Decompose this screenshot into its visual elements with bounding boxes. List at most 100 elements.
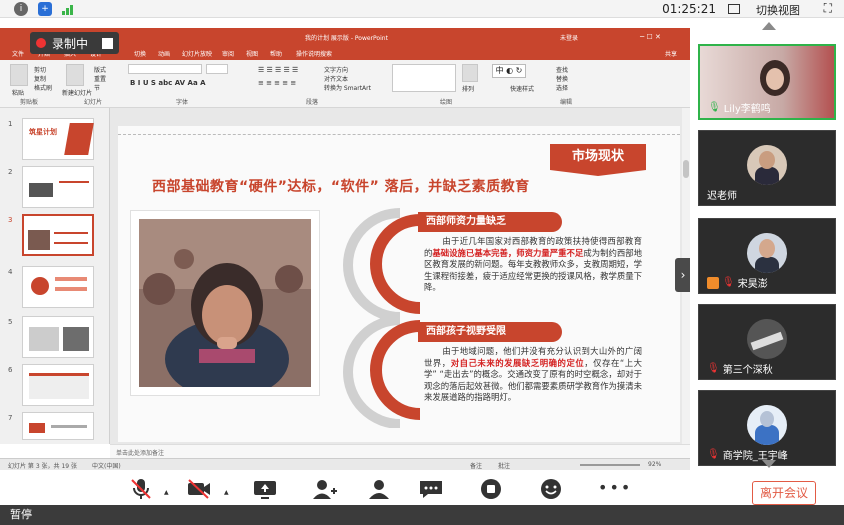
slide-thumbnail-7[interactable] [22,412,94,440]
quick-styles-button[interactable]: 快速样式 [510,84,534,93]
record-icon[interactable] [478,478,504,500]
window-controls[interactable]: ─ ☐ ✕ [640,33,661,41]
new-slide-button[interactable]: 新建幻灯片 [62,88,92,97]
slide-thumbnail-2[interactable] [22,166,94,208]
invite-icon[interactable] [312,478,338,500]
find-button[interactable]: 查找 [556,65,568,74]
reaction-icon[interactable] [538,478,564,500]
layout-icon[interactable] [728,4,740,14]
zoom-slider[interactable] [580,464,640,466]
text-direction-button[interactable]: 文字方向 [324,65,348,74]
girl-photo-illustration [139,219,311,387]
recording-label: 录制中 [52,36,89,51]
shapes-gallery[interactable] [392,64,456,92]
slide-thumbnail-1[interactable]: 筑星计划 [22,118,94,160]
mic-muted-icon[interactable] [128,478,154,500]
arrange-button[interactable]: 排列 [462,84,474,93]
info-icon[interactable]: i [14,2,28,16]
tab-file[interactable]: 文件 [12,49,24,58]
tab-slideshow[interactable]: 幻灯片放映 [182,49,212,58]
paragraph-buttons[interactable]: ☰ ☰ ☰ ☰ ☰ [258,66,298,74]
paste-button[interactable]: 粘贴 [12,88,24,97]
recording-indicator[interactable]: 录制中 [30,32,120,54]
thumb-image [63,327,89,351]
current-slide[interactable]: 市场现状 西部基础教育“硬件”达标，“软件” 落后，并缺乏素质教育 西部师资力量… [118,126,680,442]
avatar [747,319,787,359]
thumb-image [29,183,53,197]
shield-icon[interactable]: + [38,2,52,16]
new-slide-icon[interactable] [66,64,84,86]
mic-options-icon[interactable]: ▲ [164,489,169,496]
group-font: 字体 [176,99,189,106]
members-icon[interactable] [366,478,392,500]
participant-card[interactable]: 🎙 商学院_王宇峰 [698,390,836,466]
thumb-number: 4 [8,268,13,276]
font-format-buttons[interactable]: B I U S abc AV Aa A [130,79,206,87]
group-clipboard: 剪贴板 [20,99,39,106]
tab-transitions[interactable]: 切换 [134,49,146,58]
paste-icon[interactable] [10,64,28,86]
thumb-number: 2 [8,168,13,176]
tab-review[interactable]: 审阅 [222,49,234,58]
copy-button[interactable]: 复制 [34,74,46,83]
cut-button[interactable]: 剪切 [34,65,46,74]
format-painter-button[interactable]: 格式刷 [34,83,52,92]
participant-label: Lily李鹤鸣 [723,104,771,115]
layout-button[interactable]: 版式 [94,65,106,74]
remote-pointer-tool[interactable]: 中 ◐ ↻ [492,64,526,78]
notes-pane[interactable]: 单击此处添加备注 [110,444,690,458]
tell-me-search[interactable]: 操作说明搜索 [296,49,332,58]
arrange-icon[interactable] [462,64,478,82]
section-button[interactable]: 节 [94,83,100,92]
font-name-box[interactable] [128,64,202,74]
stop-recording-icon[interactable] [102,37,114,49]
ppt-user[interactable]: 未登录 [560,33,578,42]
participant-card[interactable]: 🎙 宋昊澎 [698,218,836,294]
more-icon[interactable]: ••• [598,478,632,497]
participant-label: 第三个深秋 [722,365,773,376]
slide-thumbnail-6[interactable] [22,364,94,406]
participant-card[interactable]: 迟老师 [698,130,836,206]
thumb-line [59,181,89,183]
thumb-number: 6 [8,366,13,374]
scroll-up-icon[interactable] [762,22,776,30]
tab-view[interactable]: 视图 [246,49,258,58]
next-page-button[interactable]: › [675,258,690,292]
thumb-number: 5 [8,318,13,326]
language-status[interactable]: 中文(中国) [92,461,121,470]
zoom-level[interactable]: 92% [648,461,661,468]
notes-toggle[interactable]: 备注 [470,461,482,470]
tab-help[interactable]: 帮助 [270,49,282,58]
shared-screen: 录制中 我的计划 展示版 - PowerPoint 未登录 ─ ☐ ✕ 文件 开… [0,18,690,470]
font-size-box[interactable] [206,64,228,74]
slide-thumbnail-3[interactable] [22,214,94,256]
leave-meeting-button[interactable]: 离开会议 [752,481,816,505]
tab-animations[interactable]: 动画 [158,49,170,58]
replace-button[interactable]: 替换 [556,74,568,83]
pause-label[interactable]: 暂停 [10,508,32,521]
align-buttons[interactable]: ≡ ≡ ≡ ≡ ≡ [258,79,296,87]
signal-icon[interactable] [62,3,76,15]
camera-off-icon[interactable] [186,478,212,500]
select-button[interactable]: 选择 [556,83,568,92]
slide-photo [130,210,320,396]
share-screen-icon[interactable] [252,478,278,500]
switch-view-button[interactable]: 切换视图 [756,2,800,18]
participant-name: 🎙 宋昊澎 [707,275,768,290]
comments-toggle[interactable]: 批注 [498,461,510,470]
smartart-button[interactable]: 转换为 SmartArt [324,83,371,92]
meeting-clock: 01:25:21 [662,2,716,16]
slide-thumbnail-4[interactable] [22,266,94,308]
participant-card[interactable]: 🎙 第三个深秋 [698,304,836,380]
scroll-down-icon[interactable] [762,460,776,468]
reset-button[interactable]: 重置 [94,74,106,83]
slide-thumbnail-5[interactable] [22,316,94,358]
align-text-button[interactable]: 对齐文本 [324,74,348,83]
chat-icon[interactable] [418,478,444,500]
scrollbar-thumb[interactable] [683,160,689,178]
thumb-shape [31,277,49,295]
participant-card[interactable]: 🎙 Lily李鹤鸣 [698,44,836,120]
camera-options-icon[interactable]: ▲ [224,489,229,496]
share-button[interactable]: 共享 [665,49,677,58]
fullscreen-icon[interactable]: ⛶ [824,1,832,16]
